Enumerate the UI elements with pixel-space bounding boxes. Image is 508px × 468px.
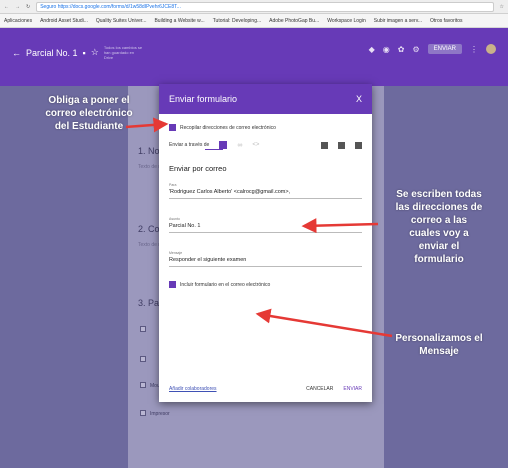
active-tab-indicator xyxy=(205,149,223,150)
settings-icon[interactable]: ✿ xyxy=(398,45,405,54)
option-checkbox xyxy=(140,382,146,388)
avatar[interactable] xyxy=(486,44,496,54)
dialog-header: Enviar formulario X xyxy=(159,84,372,114)
to-input[interactable]: 'Rodriguez Carlos Alberto' <calrocg@gmai… xyxy=(169,187,362,199)
bookmark-item[interactable]: Workspace Login xyxy=(327,18,366,24)
dialog-body: Recopilar direcciones de correo electrón… xyxy=(159,114,372,294)
question-3-title: 3. Pa xyxy=(138,298,160,308)
include-form-checkbox[interactable] xyxy=(169,281,176,288)
back-icon[interactable]: ← xyxy=(4,4,9,10)
bookmark-item[interactable]: Adobe PhotoGap Bu... xyxy=(269,18,319,24)
form-title-row: ← Parcial No. 1 ▪ ☆ Todos los cambios se… xyxy=(12,45,144,60)
twitter-icon[interactable] xyxy=(355,141,362,149)
bookmark-item[interactable]: Tutorial: Developing... xyxy=(213,18,261,24)
browser-address-bar: ← → ↻ Seguro https://docs.google.com/for… xyxy=(0,0,508,14)
link-tab-icon[interactable]: ∞ xyxy=(237,142,242,149)
include-form-row[interactable]: Incluir formulario en el correo electrón… xyxy=(169,281,362,288)
send-via-label: Enviar a través de xyxy=(169,142,210,148)
annotation-message: Personalizamos el Mensaje xyxy=(395,333,483,357)
folder-icon[interactable]: ▪ xyxy=(83,48,86,58)
forms-header: ← Parcial No. 1 ▪ ☆ Todos los cambios se… xyxy=(0,28,508,86)
question-2-title: 2. Co xyxy=(138,224,160,234)
send-button[interactable]: ENVIAR xyxy=(427,44,462,54)
annotation-email-required: Obliga a poner el correo electrónico del… xyxy=(45,95,133,132)
palette-icon[interactable]: ◆ xyxy=(369,45,375,54)
reload-icon[interactable]: ↻ xyxy=(26,4,30,10)
email-tab-icon[interactable] xyxy=(219,141,228,149)
add-collaborators-link[interactable]: Añadir colaboradores xyxy=(169,386,217,392)
back-arrow-icon[interactable]: ← xyxy=(12,48,21,58)
include-form-label: Incluir formulario en el correo electrón… xyxy=(180,281,271,288)
dialog-footer: Añadir colaboradores CANCELAR ENVIAR xyxy=(169,386,362,392)
bookmark-item[interactable]: Otros favoritos xyxy=(430,18,463,24)
annotation-recipients: Se escriben todas las direcciones de cor… xyxy=(395,189,483,265)
facebook-icon[interactable] xyxy=(338,141,345,149)
cancel-button[interactable]: CANCELAR xyxy=(306,386,333,392)
bookmarks-bar: Aplicaciones Android Asset Studi... Qual… xyxy=(0,14,508,28)
question-1-title: 1. No xyxy=(138,146,160,156)
option-label: Impresor xyxy=(150,411,170,417)
bookmark-item[interactable]: Android Asset Studi... xyxy=(40,18,88,24)
dialog-title: Enviar formulario xyxy=(169,94,238,104)
star-icon[interactable]: ☆ xyxy=(500,4,504,10)
save-status: Todos los cambios se han guardado en Dri… xyxy=(103,45,143,60)
form-title[interactable]: Parcial No. 1 xyxy=(26,48,78,58)
send-form-dialog: Enviar formulario X Recopilar direccione… xyxy=(159,84,372,402)
send-via-row: Enviar a través de ∞ <> xyxy=(169,141,362,149)
option-checkbox xyxy=(140,326,146,332)
email-heading: Enviar por correo xyxy=(169,164,227,173)
bookmark-item[interactable]: Quality Suites Univer... xyxy=(96,18,147,24)
option-checkbox xyxy=(140,356,146,362)
more-icon[interactable]: ⋮ xyxy=(470,45,478,54)
bookmark-item[interactable]: Aplicaciones xyxy=(4,18,32,24)
subject-input[interactable]: Parcial No. 1 xyxy=(169,221,362,233)
message-input[interactable]: Responder el siguiente examen xyxy=(169,255,362,267)
collect-emails-label: Recopilar direcciones de correo electrón… xyxy=(180,124,276,131)
preview-icon[interactable]: ◉ xyxy=(383,45,390,54)
header-toolbar: ◆ ◉ ✿ ⚙ ENVIAR ⋮ xyxy=(369,44,496,54)
forward-icon[interactable]: → xyxy=(15,4,20,10)
star-icon[interactable]: ☆ xyxy=(91,47,99,58)
option-checkbox xyxy=(140,410,146,416)
collect-emails-checkbox[interactable] xyxy=(169,124,176,131)
send-button[interactable]: ENVIAR xyxy=(343,386,362,392)
close-icon[interactable]: X xyxy=(356,94,362,104)
url-input[interactable]: Seguro https://docs.google.com/forms/d/1… xyxy=(36,1,494,12)
bookmark-item[interactable]: Subir imagen a serv... xyxy=(374,18,422,24)
bookmark-item[interactable]: Building a Website w... xyxy=(154,18,204,24)
embed-tab-icon[interactable]: <> xyxy=(252,142,259,148)
collect-emails-row[interactable]: Recopilar direcciones de correo electrón… xyxy=(169,124,362,131)
google-plus-icon[interactable] xyxy=(321,141,328,149)
gear-icon[interactable]: ⚙ xyxy=(412,45,419,54)
